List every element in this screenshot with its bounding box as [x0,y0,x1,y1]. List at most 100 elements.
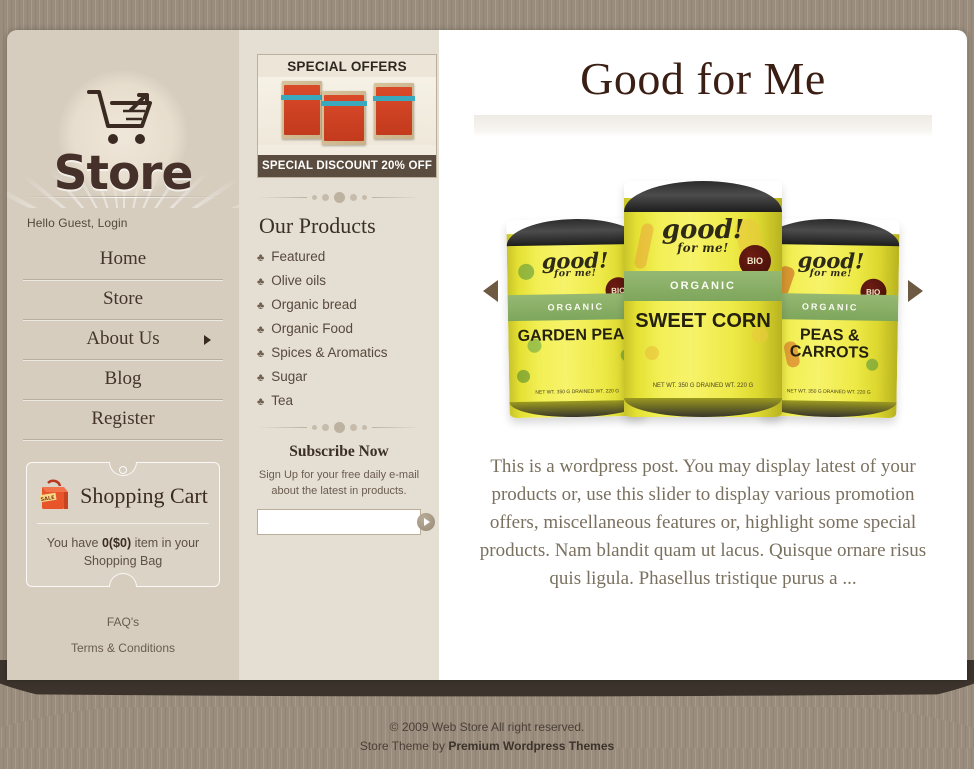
divider-line-right [371,197,421,198]
product-label: Featured [271,249,326,264]
nav-item-about-us[interactable]: About Us [23,320,223,360]
can-brand-line1: good! [661,214,745,245]
divider-line-left [257,197,307,198]
sidebar-secondary-links: FAQ's Terms & Conditions [23,609,223,661]
chevron-right-icon[interactable] [908,280,923,302]
divider-line-left [257,427,307,428]
nav-item-store[interactable]: Store [23,280,223,320]
special-offers-banner[interactable]: SPECIAL OFFERS SPECIAL DISCOUNT 20% OFF [257,54,437,178]
list-item[interactable]: ♣ Olive oils [257,273,421,288]
divider-dots-bottom [257,422,421,433]
list-item[interactable]: ♣ Organic Food [257,321,421,336]
nav-link-register[interactable]: Register [23,400,223,439]
can-product-name: GARDEN PEAS [517,325,636,345]
shopping-cart-widget[interactable]: SALE Shopping Cart You have 0($0) item i… [26,462,220,588]
nav-link-about-us[interactable]: About Us [23,320,223,359]
our-products-heading: Our Products [259,213,376,238]
subscribe-form [257,508,435,535]
list-item[interactable]: ♣ Tea [257,393,421,408]
product-label: Organic bread [271,297,357,312]
promo-box-pancake-mix [281,81,323,139]
footer-theme-credit: Store Theme by Premium Wordpress Themes [0,737,974,756]
footer-copyright: © 2009 Web Store All right reserved. [389,720,585,734]
product-label: Sugar [271,369,308,384]
product-link-featured[interactable]: ♣ Featured [257,249,421,264]
list-item[interactable]: ♣ Spices & Aromatics [257,345,421,360]
sidebar: Store Hello Guest, Login Home Store Abou… [7,30,239,680]
cart-item-count: 0($0) [101,536,132,550]
clover-bullet-icon: ♣ [257,372,265,384]
link-terms-conditions[interactable]: Terms & Conditions [23,635,223,661]
can-product-name: PEAS & CARROTS [789,326,870,362]
can-product-name: SWEET CORN [635,309,771,332]
site-logo[interactable]: Store [7,30,239,208]
divider-dot [349,424,357,431]
cart-widget-header: SALE Shopping Cart [37,479,209,524]
promo-product-image [258,77,436,145]
product-link-tea[interactable]: ♣ Tea [257,393,421,408]
nav-link-home[interactable]: Home [23,240,223,279]
divider-line-right [371,427,421,428]
footer-theme-prefix: Store Theme by [359,739,449,754]
shopping-cart-icon [87,90,152,144]
product-category-list: ♣ Featured ♣ Olive oils ♣ Organic bread ♣ Or… [257,249,421,408]
divider-dot [311,425,317,430]
chevron-left-icon[interactable] [483,280,498,302]
can-organic-band: ORGANIC [624,270,782,302]
footer-theme-name[interactable]: Premium Wordpress Themes [448,739,614,753]
divider-dot [361,425,367,430]
subscribe-widget: Subscribe Now Sign Up for your free dail… [257,443,435,535]
divider-dot [333,422,345,433]
subscribe-description: Sign Up for your free daily e-mail about… [258,469,420,497]
clover-bullet-icon: ♣ [257,252,265,264]
clover-bullet-icon: ♣ [257,396,265,408]
can-sweet-corn: good! for me! BIO ORGANIC SWEET CORN NET… [624,181,782,417]
nav-item-blog[interactable]: Blog [23,360,223,400]
subscribe-email-input[interactable] [262,510,417,533]
divider-dot [321,424,329,431]
can-brand: good! for me! [774,247,889,280]
subscribe-submit-button[interactable] [417,512,435,531]
cart-widget-summary: You have 0($0) item in your Shopping Bag [37,524,209,570]
product-label: Olive oils [271,273,326,288]
header-band-decoration [474,115,932,137]
promo-box-bread-mix [321,91,367,145]
nav-link-blog[interactable]: Blog [23,360,223,399]
tag-hole-decoration [119,466,127,474]
nav-item-register[interactable]: Register [23,400,223,440]
cart-widget-title: Shopping Cart [80,483,208,508]
product-link-organic-food[interactable]: ♣ Organic Food [257,321,421,336]
list-item[interactable]: ♣ Sugar [257,369,421,384]
clover-bullet-icon: ♣ [257,348,265,360]
logo-text: Store [53,146,194,201]
can-net-weight: NET WT. 350 G DRAINED WT. 220 G [652,383,754,390]
divider-dot [311,195,317,200]
clover-bullet-icon: ♣ [257,276,265,288]
middle-column: SPECIAL OFFERS SPECIAL DISCOUNT 20% OFF [239,30,439,680]
main-navigation: Home Store About Us Blog Register [23,240,223,440]
promo-discount-label: SPECIAL DISCOUNT 20% OFF [258,155,436,177]
cart-text-before: You have [46,536,102,550]
divider-dot [349,194,357,201]
greeting-text[interactable]: Hello Guest, Login [23,208,223,240]
subscribe-heading: Subscribe Now [289,443,389,460]
product-link-spices-aromatics[interactable]: ♣ Spices & Aromatics [257,345,421,360]
product-link-olive-oils[interactable]: ♣ Olive oils [257,273,421,288]
page-title: Good for Me [580,53,826,104]
chevron-right-icon [204,334,211,345]
nav-link-store[interactable]: Store [23,280,223,319]
promo-box-chocolate-mix [373,83,415,139]
link-faqs[interactable]: FAQ's [23,609,223,635]
site-container: Store Hello Guest, Login Home Store Abou… [7,30,967,680]
can-brand: good! for me! [518,247,633,280]
can-organic-band: ORGANIC [761,293,899,322]
product-link-sugar[interactable]: ♣ Sugar [257,369,421,384]
main-content: Good for Me good! for me! BIO ORGANIC GA… [439,30,967,680]
slider-product-image: good! for me! BIO ORGANIC GARDEN PEAS NE… [506,167,900,419]
product-link-organic-bread[interactable]: ♣ Organic bread [257,297,421,312]
list-item[interactable]: ♣ Organic bread [257,297,421,312]
product-label: Spices & Aromatics [271,345,388,360]
list-item[interactable]: ♣ Featured [257,249,421,264]
nav-item-home[interactable]: Home [23,240,223,280]
promo-heading: SPECIAL OFFERS [258,55,436,77]
